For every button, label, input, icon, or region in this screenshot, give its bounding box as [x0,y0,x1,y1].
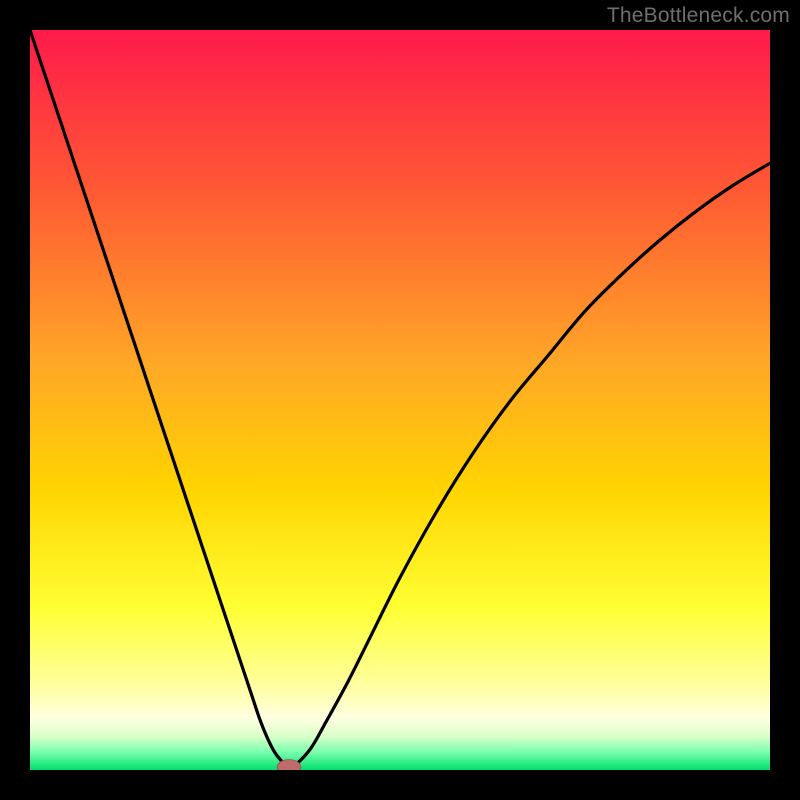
gradient-background [30,30,770,770]
chart-frame: TheBottleneck.com [0,0,800,800]
plot-area [30,30,770,770]
bottleneck-chart [30,30,770,770]
watermark-text: TheBottleneck.com [607,4,790,28]
